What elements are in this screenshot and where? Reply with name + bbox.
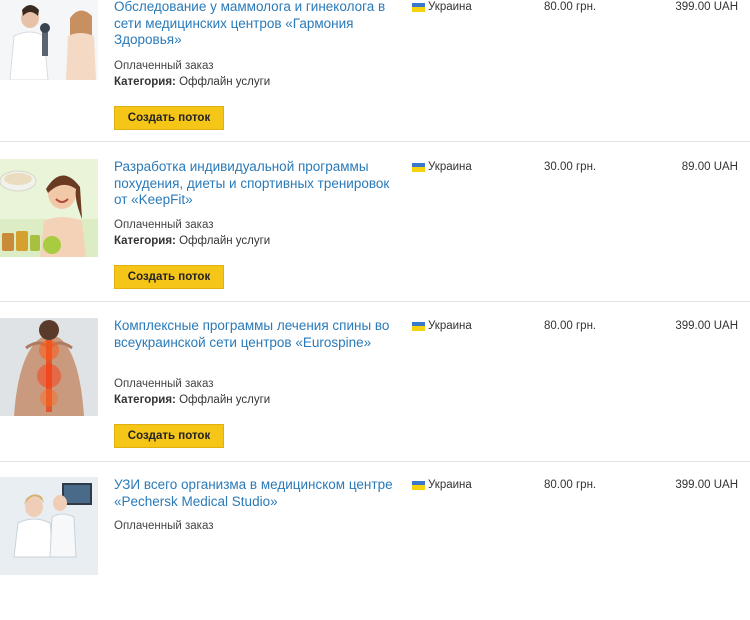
create-stream-button[interactable]: Создать поток <box>114 424 224 448</box>
product-image[interactable] <box>0 318 98 416</box>
category-value: Оффлайн услуги <box>179 76 271 88</box>
create-stream-button[interactable]: Создать поток <box>114 106 224 130</box>
category-value: Оффлайн услуги <box>179 235 271 247</box>
ukraine-flag-icon <box>412 321 425 331</box>
order-title-link[interactable]: Комплексные программы лечения спины во в… <box>114 318 394 351</box>
country-cell: Украина <box>412 1 472 13</box>
country-name: Украина <box>428 479 472 491</box>
order-category: Категория: Оффлайн услуги <box>114 394 270 406</box>
country-name: Украина <box>428 320 472 332</box>
order-title-link[interactable]: Обследование у маммолога и гинеколога в … <box>114 0 394 49</box>
country-name: Украина <box>428 161 472 173</box>
order-price: 80.00 грн. <box>544 479 597 491</box>
country-name: Украина <box>428 1 472 13</box>
order-total: 399.00 UAH <box>675 479 738 491</box>
order-row: УЗИ всего организма в медицинском центре… <box>0 461 750 620</box>
category-label: Категория: <box>114 235 176 247</box>
country-cell: Украина <box>412 479 472 491</box>
order-category: Категория: Оффлайн услуги <box>114 235 270 247</box>
order-price: 30.00 грн. <box>544 161 597 173</box>
order-total: 399.00 UAH <box>675 320 738 332</box>
order-status: Оплаченный заказ <box>114 378 214 390</box>
order-total: 399.00 UAH <box>675 1 738 13</box>
order-title-link[interactable]: УЗИ всего организма в медицинском центре… <box>114 477 394 510</box>
product-image[interactable] <box>0 477 98 575</box>
order-category: Категория: Оффлайн услуги <box>114 76 270 88</box>
ukraine-flag-icon <box>412 162 425 172</box>
ukraine-flag-icon <box>412 2 425 12</box>
category-label: Категория: <box>114 76 176 88</box>
order-title-link[interactable]: Разработка индивидуальной программы поху… <box>114 159 394 209</box>
ukraine-flag-icon <box>412 480 425 490</box>
order-status: Оплаченный заказ <box>114 520 214 532</box>
order-row: Обследование у маммолога и гинеколога в … <box>0 0 750 142</box>
order-price: 80.00 грн. <box>544 320 597 332</box>
category-label: Категория: <box>114 394 176 406</box>
product-image[interactable] <box>0 0 98 80</box>
create-stream-button[interactable]: Создать поток <box>114 265 224 289</box>
country-cell: Украина <box>412 161 472 173</box>
order-status: Оплаченный заказ <box>114 219 214 231</box>
order-row: Комплексные программы лечения спины во в… <box>0 302 750 462</box>
country-cell: Украина <box>412 320 472 332</box>
category-value: Оффлайн услуги <box>179 394 271 406</box>
order-status: Оплаченный заказ <box>114 60 214 72</box>
order-total: 89.00 UAH <box>681 161 738 173</box>
order-row: Разработка индивидуальной программы поху… <box>0 142 750 302</box>
order-price: 80.00 грн. <box>544 1 597 13</box>
product-image[interactable] <box>0 159 98 257</box>
